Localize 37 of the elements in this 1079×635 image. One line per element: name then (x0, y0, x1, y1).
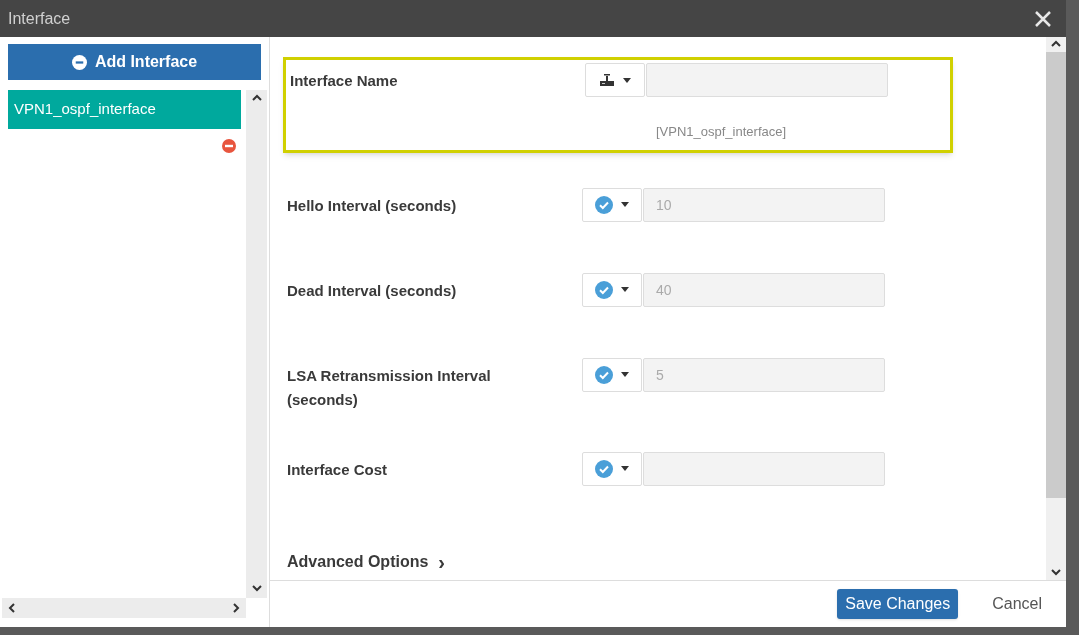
caret-icon (621, 287, 629, 292)
horizontal-scrollbar[interactable] (2, 598, 246, 618)
field-label: LSA Retransmission Interval (seconds) (287, 365, 492, 410)
scroll-up-icon (250, 94, 263, 102)
caret-icon (621, 466, 629, 471)
caret-icon (623, 77, 631, 83)
scroll-left-icon (8, 602, 16, 614)
hint-text: [VPN1_ospf_interface] (656, 123, 788, 141)
remove-icon[interactable] (222, 139, 236, 153)
minus-circle-icon (71, 54, 87, 70)
caret-icon (621, 372, 629, 377)
check-circle-icon (595, 195, 613, 214)
value-source-dropdown[interactable] (585, 63, 645, 97)
save-changes-button[interactable]: Save Changes (837, 589, 959, 619)
interface-list-item[interactable]: VPN1_ospf_interface (8, 90, 241, 129)
field-label: Hello Interval (seconds) (287, 195, 458, 216)
window-title: Interface (8, 8, 71, 29)
field-label: Interface Cost (287, 459, 389, 480)
caret-icon (621, 202, 629, 207)
advanced-options-link[interactable]: Advanced Options (287, 550, 429, 574)
vertical-scrollbar[interactable] (246, 90, 267, 598)
router-icon (599, 73, 615, 87)
chevron-icon: › (438, 552, 446, 572)
close-icon (1034, 9, 1052, 28)
cancel-button[interactable]: Cancel (992, 592, 1042, 616)
vertical-scrollbar[interactable] (1046, 37, 1066, 580)
scrollbar-thumb[interactable] (1046, 52, 1066, 498)
scroll-down-icon (1050, 568, 1062, 576)
field-label: Interface Name (290, 71, 399, 91)
check-circle-icon (595, 280, 613, 299)
check-circle-icon (595, 365, 613, 384)
scroll-down-icon (250, 584, 263, 592)
scroll-up-icon (1050, 40, 1062, 48)
add-interface-button[interactable]: Add Interface (8, 44, 261, 80)
check-circle-icon (595, 459, 613, 478)
field-label: Dead Interval (seconds) (287, 280, 458, 301)
scroll-right-icon (232, 602, 240, 614)
